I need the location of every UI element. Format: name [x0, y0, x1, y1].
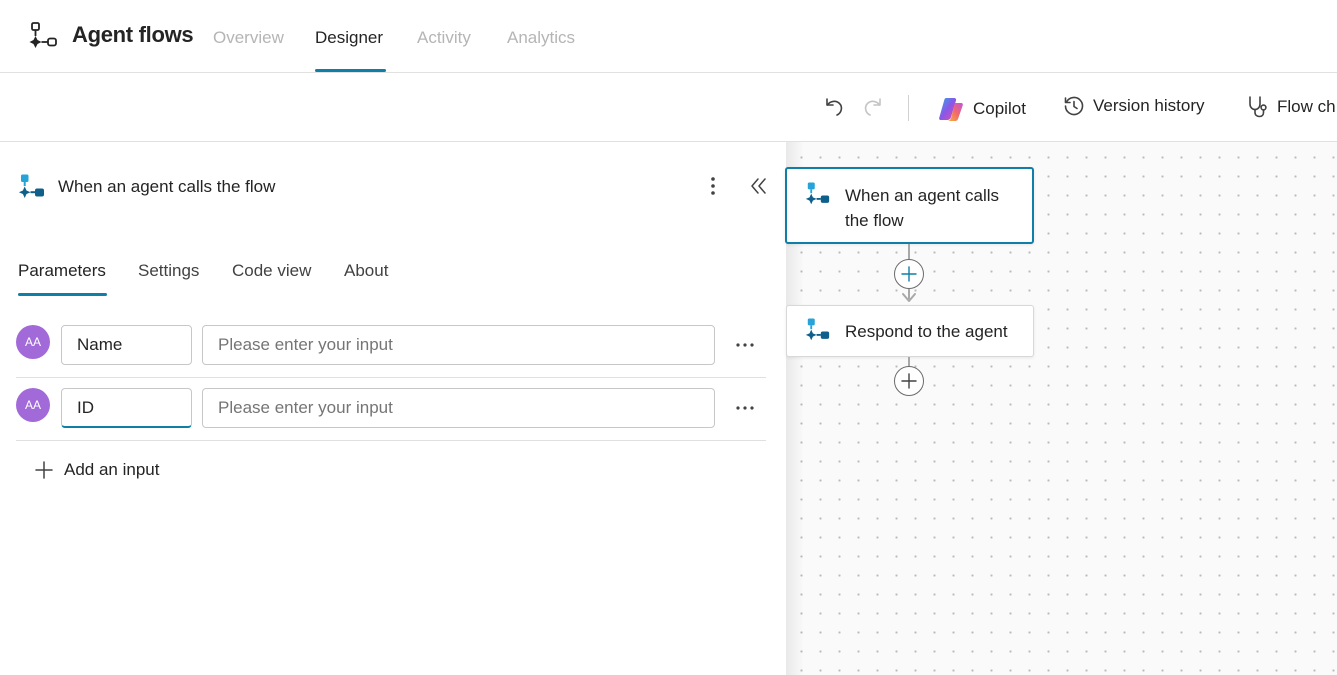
panel-title: When an agent calls the flow: [58, 177, 276, 196]
version-history-label: Version history: [1093, 96, 1205, 115]
tab-settings[interactable]: Settings: [138, 261, 199, 281]
text-type-avatar: AA: [16, 325, 50, 359]
app-title: Agent flows: [72, 22, 194, 47]
add-step-button[interactable]: [894, 259, 924, 289]
add-input-label: Add an input: [64, 460, 160, 479]
node-label: Respond to the agent: [845, 322, 1008, 341]
respond-node[interactable]: Respond to the agent: [786, 305, 1034, 357]
copilot-icon: [939, 98, 963, 121]
agent-respond-icon: [805, 318, 830, 341]
collapse-panel-icon[interactable]: [748, 175, 770, 197]
node-label-line: When an agent calls: [845, 186, 1000, 205]
toolbar-divider: [908, 95, 909, 121]
tab-code-view[interactable]: Code view: [232, 261, 311, 281]
plus-icon: [901, 266, 917, 282]
parameter-name-input[interactable]: [61, 388, 192, 428]
arrow-down-icon: [902, 293, 916, 302]
plus-icon: [901, 373, 917, 389]
version-history-button[interactable]: Version history: [1063, 95, 1205, 117]
tab-about[interactable]: About: [344, 261, 388, 281]
redo-icon: [864, 98, 881, 116]
action-details-panel: When an agent calls the flow Parameters …: [0, 142, 786, 675]
parameter-description-input[interactable]: [202, 325, 715, 365]
plus-icon: [35, 461, 53, 479]
agent-trigger-icon: [805, 182, 830, 205]
trigger-node[interactable]: When an agent calls the flow: [785, 167, 1034, 244]
add-input-button[interactable]: Add an input: [34, 460, 159, 480]
tab-overview[interactable]: Overview: [213, 28, 284, 48]
connector-line: [908, 244, 910, 260]
redo-button[interactable]: [861, 95, 885, 119]
tab-analytics[interactable]: Analytics: [507, 28, 575, 48]
history-icon: [1064, 96, 1084, 116]
row-divider: [16, 377, 766, 378]
agent-trigger-icon: [18, 174, 44, 198]
flow-checker-label: Flow ch: [1277, 97, 1336, 116]
tab-activity[interactable]: Activity: [417, 28, 471, 48]
copilot-label: Copilot: [973, 99, 1026, 118]
copilot-button[interactable]: Copilot: [937, 95, 1026, 123]
tab-parameters[interactable]: Parameters: [18, 261, 106, 281]
active-panel-tab-indicator: [18, 293, 107, 296]
designer-toolbar: Copilot Version history Flow ch: [0, 73, 1337, 142]
tab-designer[interactable]: Designer: [315, 28, 383, 48]
parameter-description-input[interactable]: [202, 388, 715, 428]
add-step-button[interactable]: [894, 366, 924, 396]
parameter-name-input[interactable]: [61, 325, 192, 365]
row-divider: [16, 440, 766, 441]
undo-button[interactable]: [822, 95, 846, 119]
more-options-icon[interactable]: [703, 175, 723, 197]
app-header: Agent flows Overview Designer Activity A…: [0, 0, 1337, 73]
undo-icon: [826, 98, 843, 116]
agent-flow-icon: [29, 22, 57, 48]
active-tab-indicator: [315, 69, 386, 72]
node-label-line: the flow: [845, 211, 904, 230]
flow-checker-button[interactable]: Flow ch: [1245, 95, 1336, 119]
more-horizontal-icon[interactable]: [734, 335, 756, 355]
more-horizontal-icon[interactable]: [734, 398, 756, 418]
text-type-avatar: AA: [16, 388, 50, 422]
stethoscope-icon: [1249, 96, 1267, 118]
